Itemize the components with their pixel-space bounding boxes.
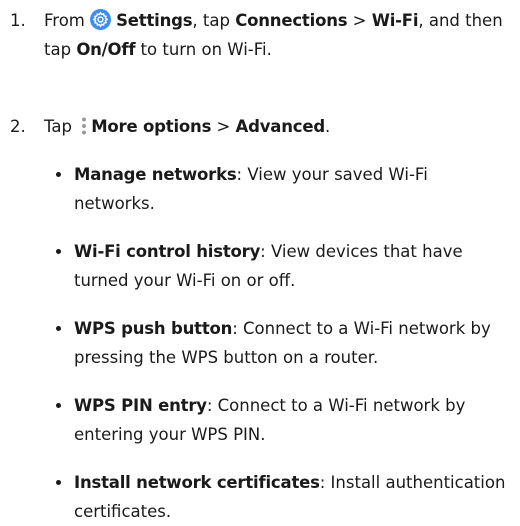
option-title: Install network certificates: [74, 473, 320, 492]
bullet-dot: [56, 249, 61, 254]
more-options-label: More options: [91, 117, 212, 136]
option-title: WPS PIN entry: [74, 396, 207, 415]
bullet-dot: [56, 403, 61, 408]
bullet-dot: [56, 326, 61, 331]
bullet-dot: [56, 480, 61, 485]
settings-label: Settings: [116, 11, 193, 30]
step-1: 1. From Settings, tap Connections > Wi-F…: [0, 6, 520, 66]
option-title: Wi-Fi control history: [74, 242, 261, 261]
step-number: 1.: [10, 11, 26, 30]
on-off-label: On/Off: [76, 40, 136, 59]
bullet-dot: [56, 172, 61, 177]
step-1-text: From Settings, tap Connections > Wi-Fi, …: [44, 9, 503, 59]
option-title: Manage networks: [74, 165, 237, 184]
step-number: 2.: [10, 117, 26, 136]
step-2: 2. Tap More options > Advanced.: [0, 112, 520, 142]
step-2-text: Tap More options > Advanced.: [44, 116, 331, 136]
more-options-vertical-dots-icon: [79, 116, 89, 136]
option-title: WPS push button: [74, 319, 233, 338]
advanced-label: Advanced: [235, 117, 326, 136]
settings-gear-icon: [90, 9, 112, 30]
connections-label: Connections: [235, 11, 348, 30]
wifi-label: Wi-Fi: [371, 11, 419, 30]
instructions-document: 1. From Settings, tap Connections > Wi-F…: [0, 0, 520, 521]
